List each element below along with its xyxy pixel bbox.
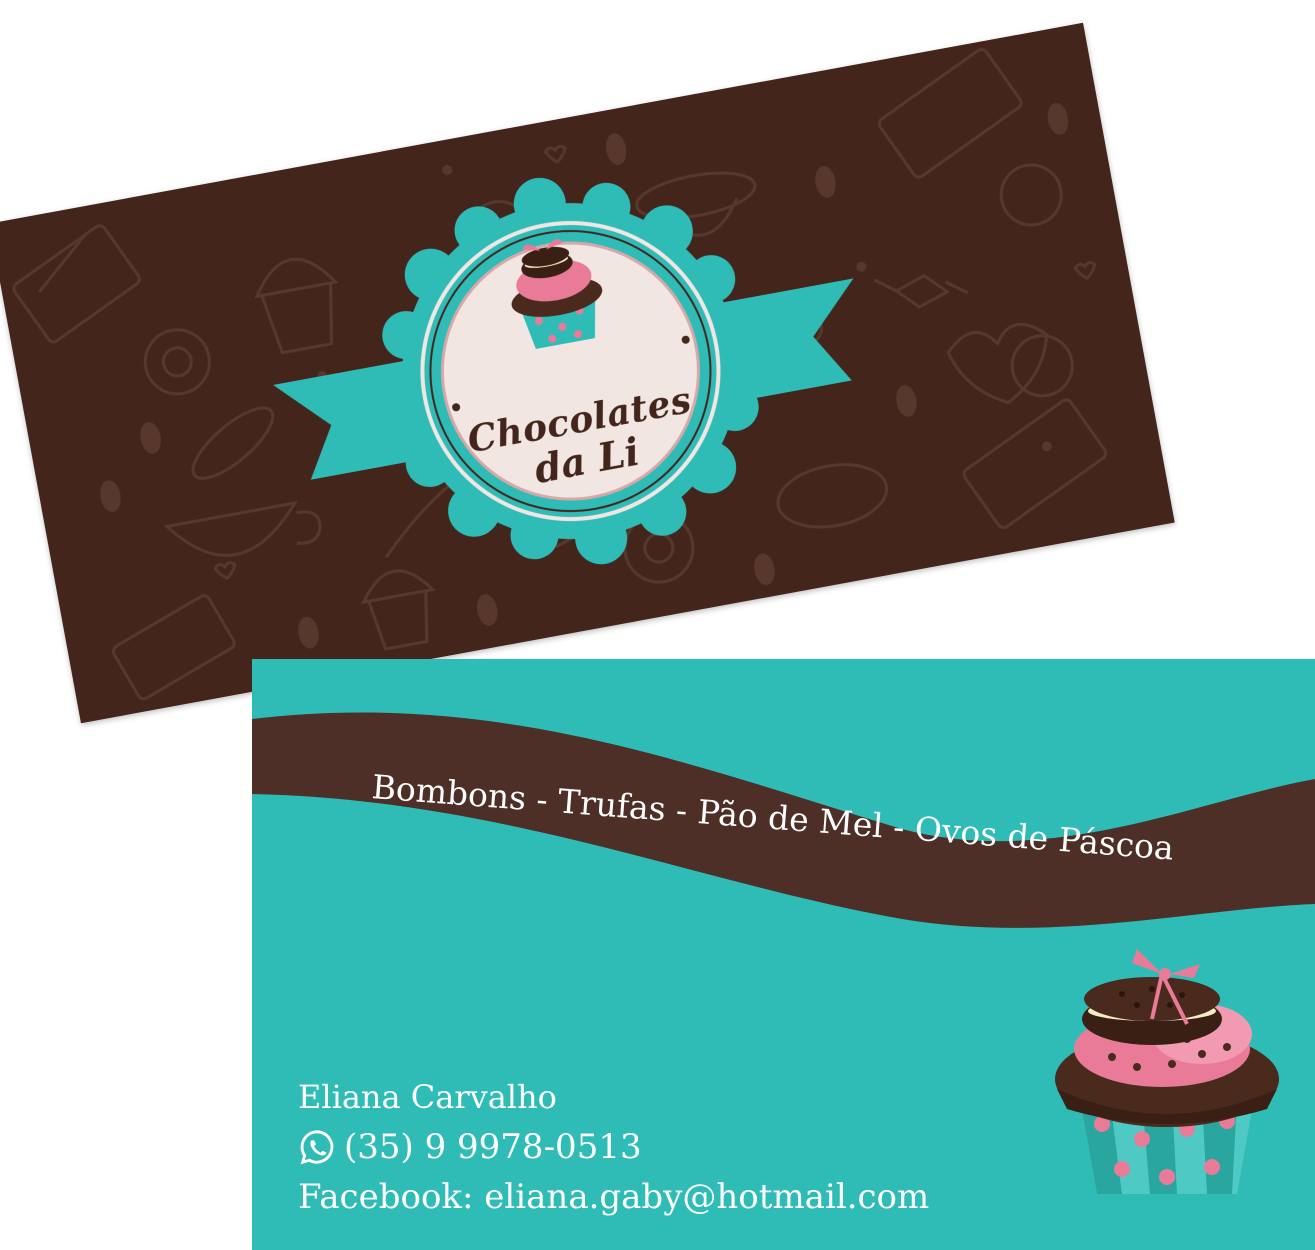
contact-block: Eliana Carvalho (35) 9 9978-0513 Faceboo… (298, 1072, 929, 1222)
contact-phone-row: (35) 9 9978-0513 (298, 1122, 929, 1172)
contact-phone: (35) 9 9978-0513 (344, 1127, 642, 1167)
scalloped-badge (377, 177, 764, 565)
contact-name: Eliana Carvalho (298, 1078, 557, 1116)
contact-facebook: Facebook: eliana.gaby@hotmail.com (298, 1177, 930, 1217)
front-business-card: Chocolates da Li (0, 22, 1175, 724)
cupcake-icon (1055, 949, 1279, 1194)
back-business-card: Bombons - Trufas - Pão de Mel - Ovos de … (252, 659, 1315, 1250)
whatsapp-icon (300, 1130, 334, 1165)
chocolate-bar-icon (12, 224, 141, 344)
